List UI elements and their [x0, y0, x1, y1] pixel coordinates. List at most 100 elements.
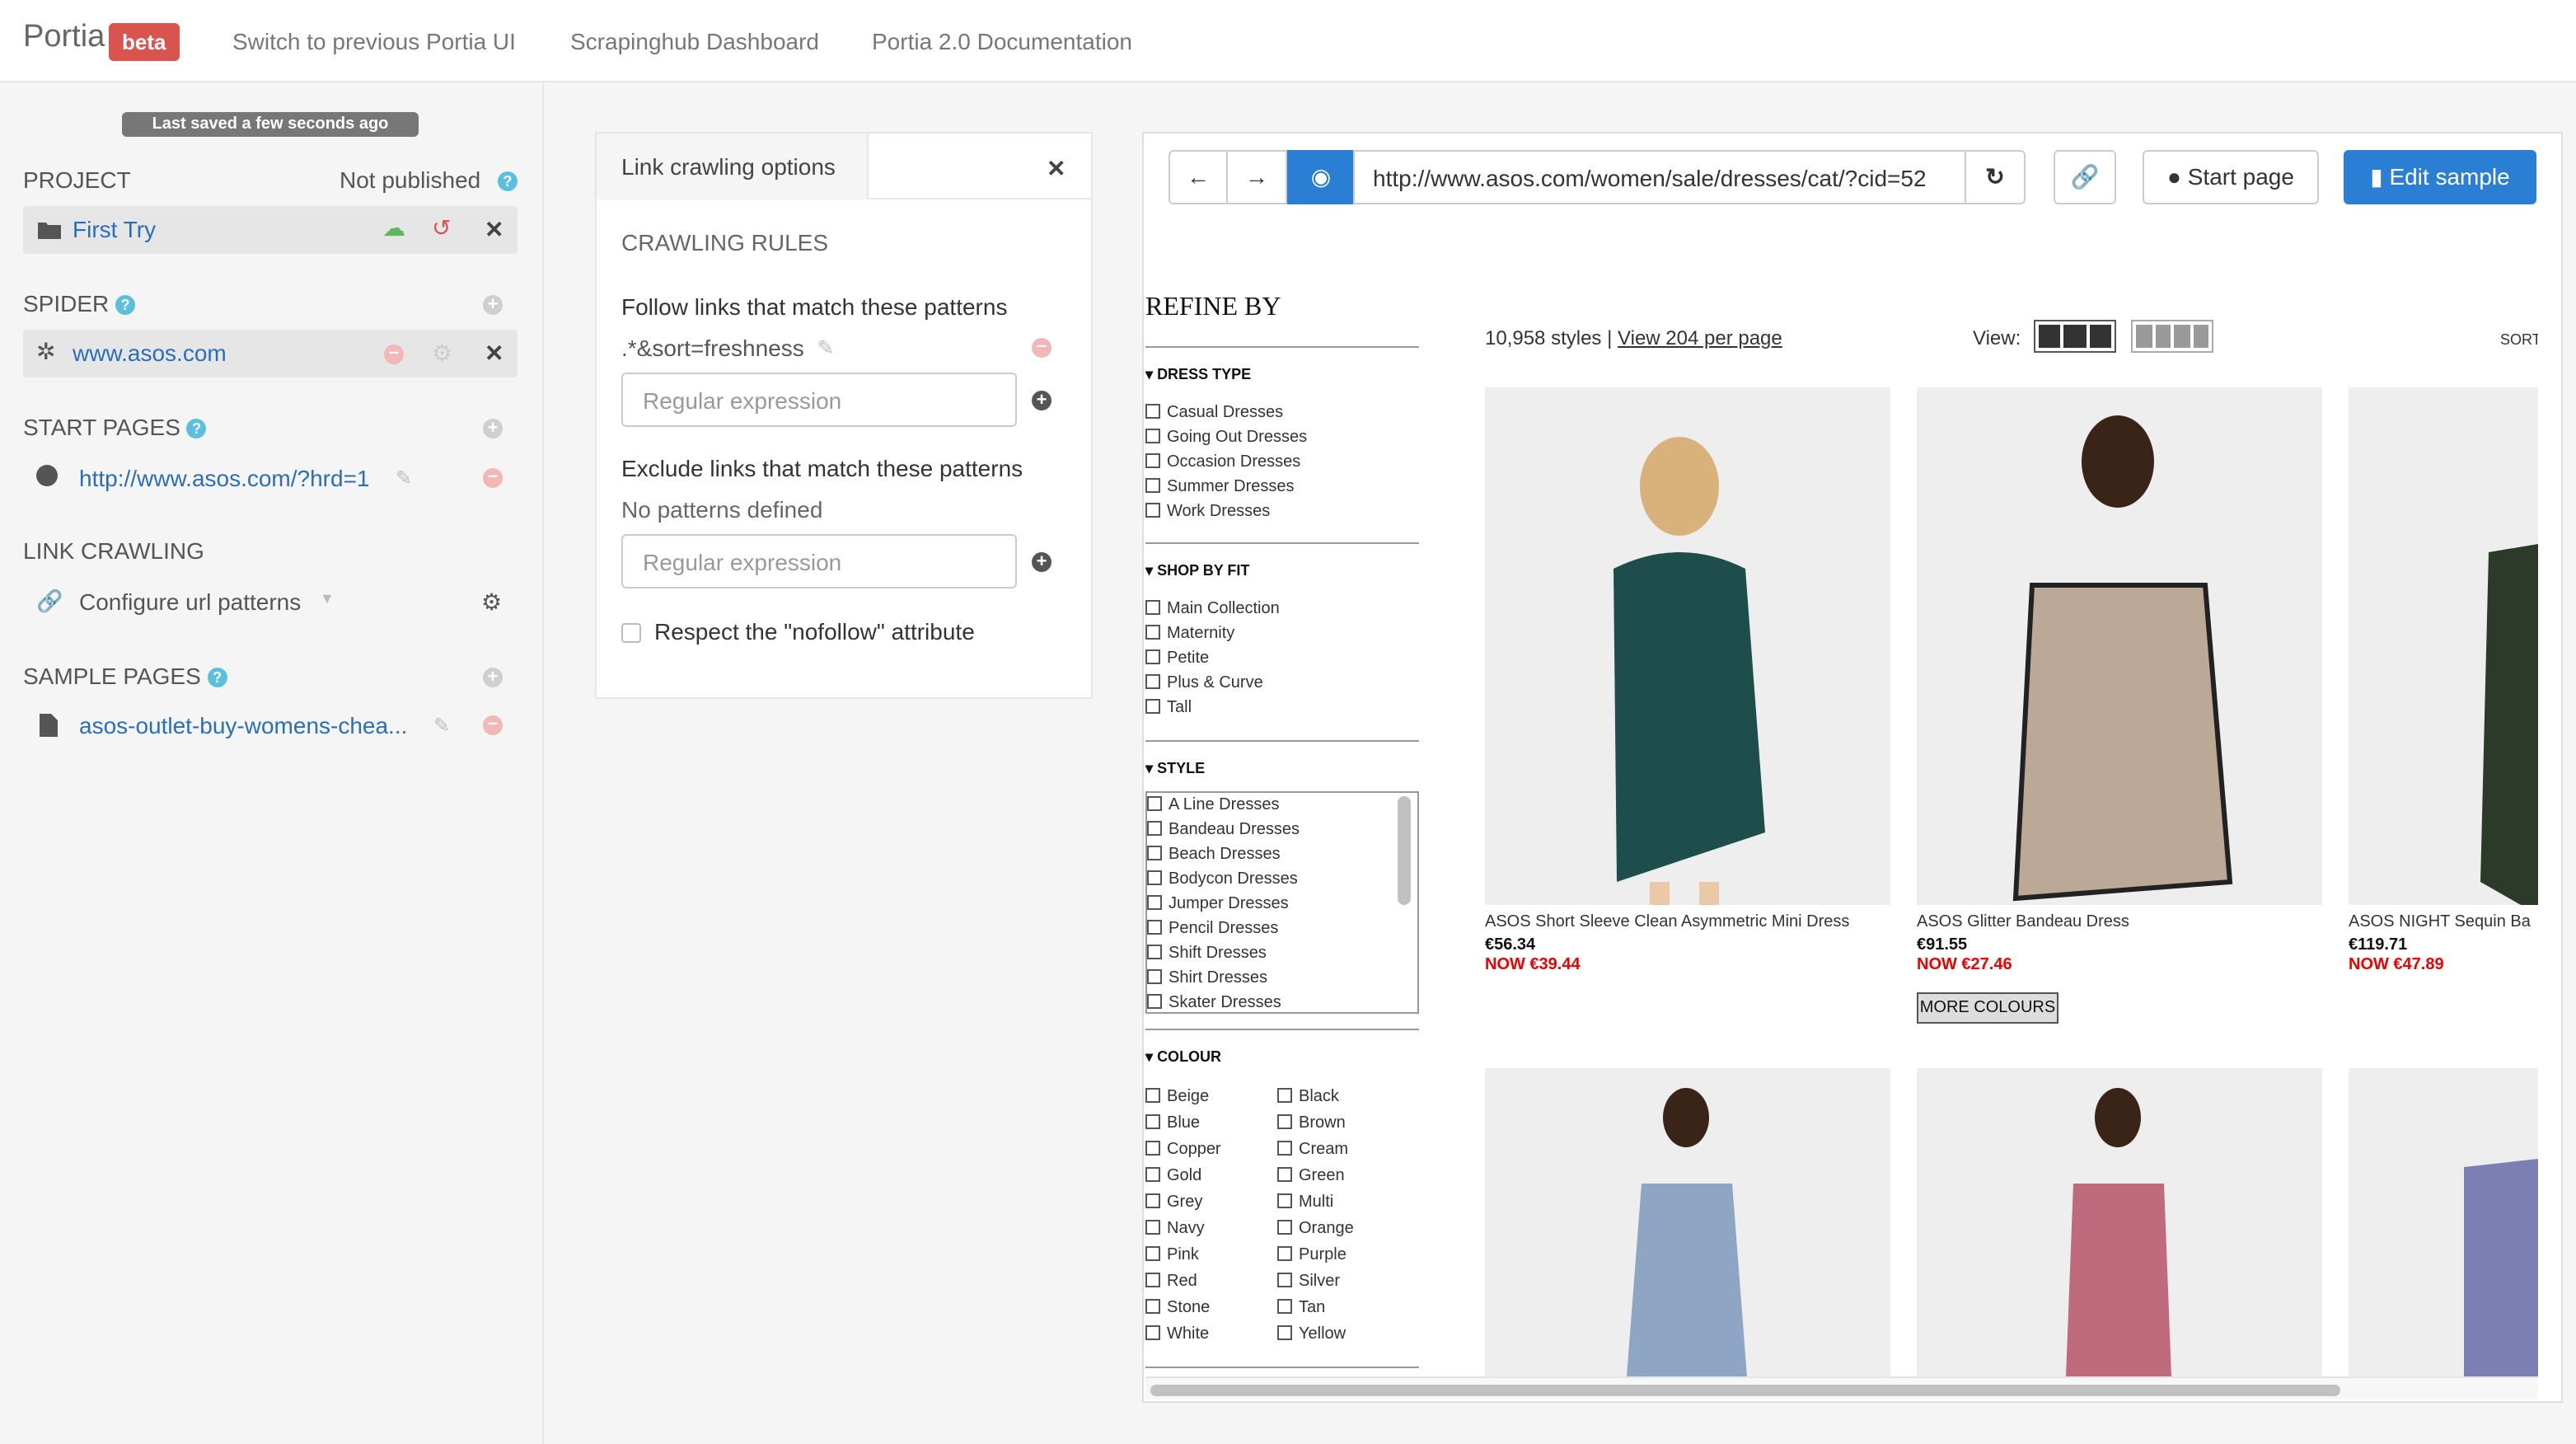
dashboard-link[interactable]: Scrapinghub Dashboard	[570, 28, 819, 54]
checkbox[interactable]	[1145, 1193, 1160, 1208]
filter-option[interactable]: White	[1145, 1322, 1221, 1348]
start-page-url[interactable]: http://www.asos.com/?hrd=1	[79, 465, 370, 491]
product-image[interactable]	[1917, 387, 2322, 905]
delete-spider-icon[interactable]: –	[384, 344, 404, 364]
checkbox[interactable]	[1277, 1246, 1292, 1261]
filter-option[interactable]: Occasion Dresses	[1145, 450, 1307, 475]
checkbox[interactable]	[1277, 1167, 1292, 1182]
filter-option[interactable]: Pencil Dresses	[1147, 917, 1417, 941]
filter-option[interactable]: Beach Dresses	[1147, 842, 1417, 867]
filter-option[interactable]: Casual Dresses	[1145, 401, 1307, 425]
product-image[interactable]	[1485, 1068, 1890, 1376]
filter-option[interactable]: Multi	[1277, 1190, 1354, 1217]
edit-pattern-pencil-icon[interactable]: ✎	[817, 336, 834, 359]
checkbox[interactable]	[1277, 1088, 1292, 1103]
filter-option[interactable]: Petite	[1145, 646, 1280, 671]
checkbox[interactable]	[1147, 796, 1162, 811]
checkbox[interactable]	[1277, 1193, 1292, 1208]
filter-option[interactable]: Going Out Dresses	[1145, 425, 1307, 450]
add-start-page-icon[interactable]: +	[483, 419, 503, 438]
checkbox[interactable]	[1145, 1299, 1160, 1314]
product-name[interactable]: ASOS Glitter Bandeau Dress	[1917, 913, 2129, 931]
checkbox[interactable]	[1147, 945, 1162, 959]
nofollow-checkbox[interactable]	[621, 623, 641, 643]
add-follow-pattern-icon[interactable]: +	[1032, 391, 1051, 410]
project-item[interactable]: First Try ☁ ↺ ✕	[23, 206, 518, 254]
product-image[interactable]	[2349, 1068, 2538, 1376]
help-icon[interactable]: ?	[498, 171, 518, 191]
spider-item[interactable]: ✲ www.asos.com – ⚙ ✕	[23, 330, 518, 377]
checkbox[interactable]	[1145, 478, 1160, 493]
checkbox[interactable]	[1147, 920, 1162, 935]
filter-option[interactable]: Gold	[1145, 1164, 1221, 1190]
filter-option[interactable]: Bodycon Dresses	[1147, 867, 1417, 892]
checkbox[interactable]	[1277, 1220, 1292, 1235]
filter-option[interactable]: Bandeau Dresses	[1147, 818, 1417, 842]
filter-option[interactable]: Cream	[1277, 1137, 1354, 1164]
colour-heading[interactable]: ▾ COLOUR	[1145, 1048, 1221, 1067]
publish-cloud-icon[interactable]: ☁	[382, 214, 405, 242]
product-image[interactable]	[1485, 387, 1890, 905]
forward-button[interactable]: →	[1226, 150, 1287, 204]
view-four-columns[interactable]	[2131, 320, 2213, 353]
toggle-view-button[interactable]: ◉	[1287, 150, 1355, 204]
sample-page-name[interactable]: asos-outlet-buy-womens-chea...	[79, 712, 407, 738]
close-spider-icon[interactable]: ✕	[485, 340, 503, 368]
filter-option[interactable]: Work Dresses	[1145, 499, 1307, 524]
edit-sample-button[interactable]: ▮ Edit sample	[2344, 150, 2536, 204]
help-icon[interactable]: ?	[115, 295, 136, 315]
sort-label[interactable]: SORT	[2500, 331, 2538, 348]
filter-option[interactable]: Beige	[1145, 1085, 1221, 1111]
delete-pattern-icon[interactable]: –	[1032, 337, 1051, 358]
dress-type-heading[interactable]: ▾ DRESS TYPE	[1145, 366, 1251, 384]
documentation-link[interactable]: Portia 2.0 Documentation	[872, 28, 1132, 54]
filter-option[interactable]: Tall	[1145, 696, 1280, 720]
checkbox[interactable]	[1147, 969, 1162, 984]
filter-option[interactable]: Maternity	[1145, 621, 1280, 646]
filter-option[interactable]: Navy	[1145, 1217, 1221, 1243]
filter-option[interactable]: Orange	[1277, 1217, 1354, 1243]
checkbox[interactable]	[1277, 1141, 1292, 1156]
style-heading[interactable]: ▾ STYLE	[1145, 760, 1205, 778]
checkbox[interactable]	[1147, 994, 1162, 1009]
filter-option[interactable]: Red	[1145, 1269, 1221, 1296]
edit-sample-page-pencil-icon[interactable]: ✎	[433, 714, 450, 737]
close-project-icon[interactable]: ✕	[485, 216, 503, 244]
switch-ui-link[interactable]: Switch to previous Portia UI	[232, 28, 516, 54]
link-crawling-gear-icon[interactable]: ⚙	[481, 588, 502, 617]
filter-option[interactable]: Purple	[1277, 1243, 1354, 1269]
more-colours-button[interactable]: MORE COLOURS	[1917, 992, 2058, 1024]
checkbox[interactable]	[1277, 1114, 1292, 1129]
filter-option[interactable]: A Line Dresses	[1147, 793, 1417, 818]
filter-option[interactable]: Blue	[1145, 1111, 1221, 1137]
close-panel-icon[interactable]: ✕	[1047, 155, 1066, 183]
filter-option[interactable]: Shift Dresses	[1147, 941, 1417, 966]
configure-url-patterns[interactable]: Configure url patterns	[79, 588, 301, 615]
checkbox[interactable]	[1145, 1088, 1160, 1103]
product-name[interactable]: ASOS NIGHT Sequin Ba	[2349, 913, 2538, 931]
checkbox[interactable]	[1145, 404, 1160, 419]
checkbox[interactable]	[1145, 503, 1160, 518]
back-button[interactable]: ←	[1169, 150, 1228, 204]
delete-start-page-icon[interactable]: –	[483, 467, 503, 488]
checkbox[interactable]	[1145, 1167, 1160, 1182]
filter-option[interactable]: Brown	[1277, 1111, 1354, 1137]
filter-option[interactable]: Pink	[1145, 1243, 1221, 1269]
checkbox[interactable]	[1277, 1325, 1292, 1340]
checkbox[interactable]	[1277, 1299, 1292, 1314]
discard-changes-icon[interactable]: ↺	[432, 214, 451, 242]
checkbox[interactable]	[1145, 1141, 1160, 1156]
filter-option[interactable]: Plus & Curve	[1145, 671, 1280, 696]
checkbox[interactable]	[1145, 674, 1160, 689]
checkbox[interactable]	[1147, 846, 1162, 860]
product-image[interactable]	[1917, 1068, 2322, 1376]
url-input[interactable]: http://www.asos.com/women/sale/dresses/c…	[1353, 150, 1966, 204]
filter-option[interactable]: Shirt Dresses	[1147, 966, 1417, 991]
filter-option[interactable]: Silver	[1277, 1269, 1354, 1296]
filter-option[interactable]: Black	[1277, 1085, 1354, 1111]
product-name[interactable]: ASOS Short Sleeve Clean Asymmetric Mini …	[1485, 913, 1849, 931]
checkbox[interactable]	[1147, 821, 1162, 836]
filter-option[interactable]: Skater Dresses	[1147, 991, 1417, 1012]
checkbox[interactable]	[1145, 1114, 1160, 1129]
add-exclude-pattern-icon[interactable]: +	[1032, 552, 1051, 572]
